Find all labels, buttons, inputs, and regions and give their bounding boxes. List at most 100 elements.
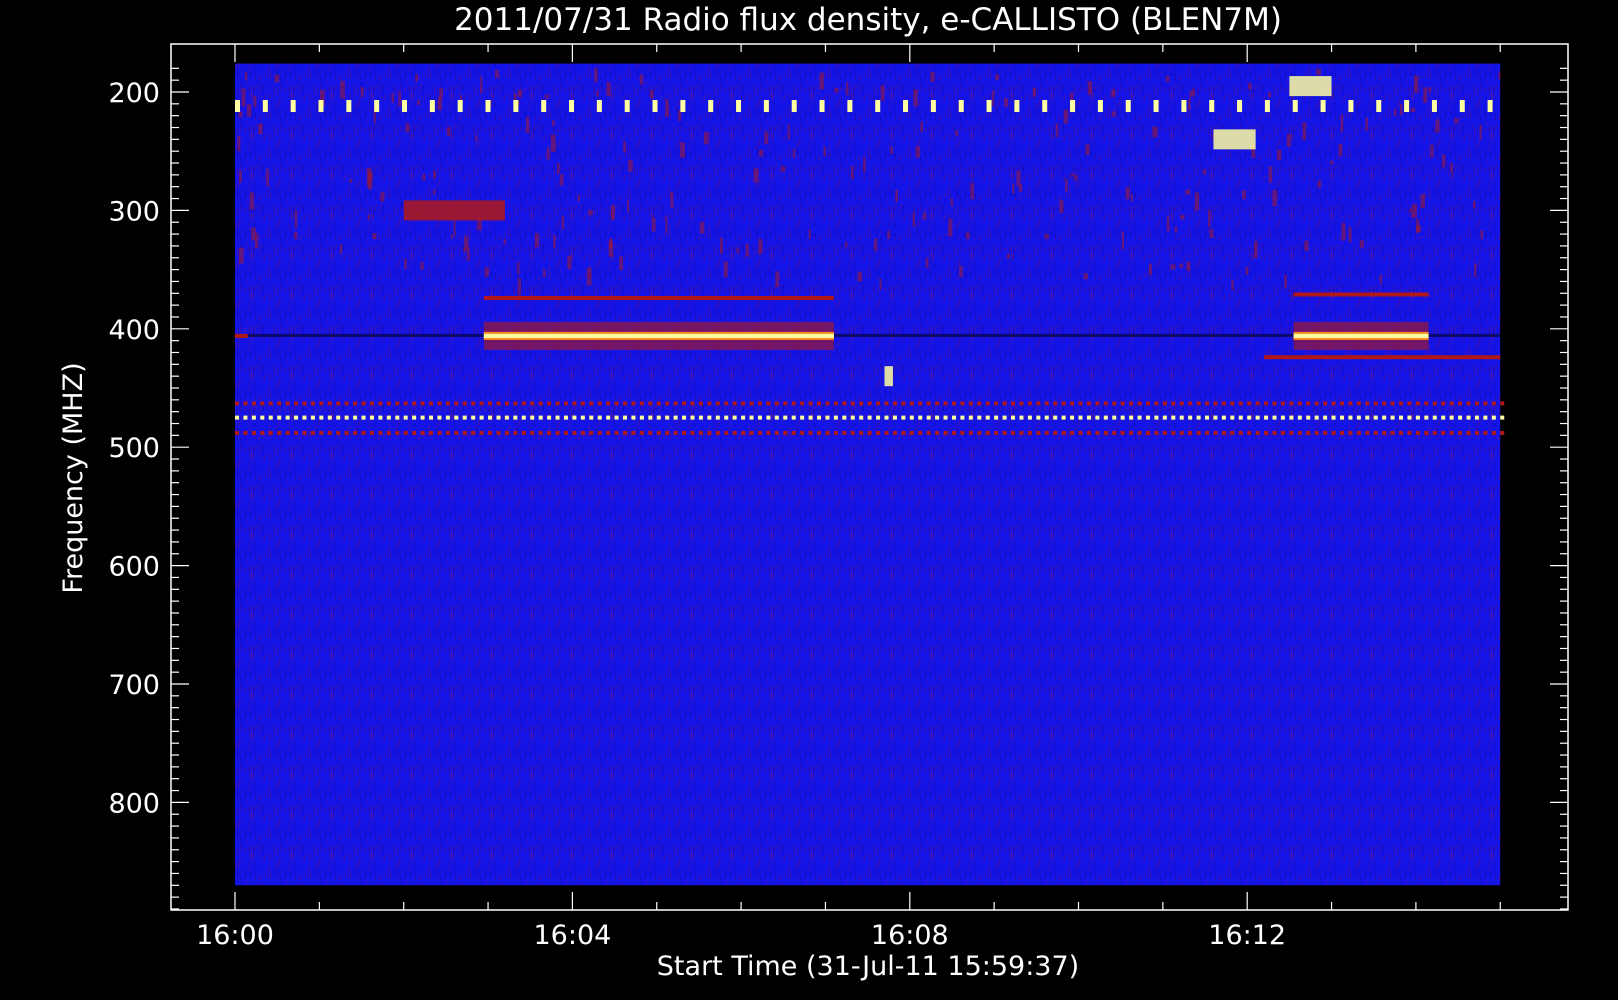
dotted-band-mark xyxy=(1272,401,1277,406)
noise-burst xyxy=(1450,162,1453,174)
dotted-band-mark xyxy=(1205,430,1210,435)
dotted-band-mark xyxy=(749,401,754,406)
dotted-band-mark xyxy=(1213,401,1218,406)
dotted-band-mark xyxy=(665,415,670,420)
noise-burst xyxy=(1276,149,1282,161)
dotted-band-mark xyxy=(369,430,374,435)
dotted-band-mark xyxy=(1002,430,1007,435)
dotted-band-mark xyxy=(353,430,358,435)
noise-burst xyxy=(1087,81,1093,95)
dotted-band-mark xyxy=(327,430,332,435)
noise-burst xyxy=(912,212,915,227)
noise-burst xyxy=(995,74,999,81)
noise-burst xyxy=(991,90,995,107)
periodic-burst xyxy=(875,100,881,113)
dotted-band-mark xyxy=(614,415,619,420)
periodic-burst xyxy=(1209,100,1215,113)
dotted-band-mark xyxy=(639,415,644,420)
dotted-band-mark xyxy=(1044,401,1049,406)
dotted-band-mark xyxy=(1230,430,1235,435)
dotted-band-mark xyxy=(386,415,391,420)
dotted-band-mark xyxy=(800,401,805,406)
dotted-band-mark xyxy=(985,430,990,435)
dotted-band-mark xyxy=(1474,401,1479,406)
dotted-band-mark xyxy=(1331,415,1336,420)
band-core xyxy=(483,333,834,338)
dotted-band-mark xyxy=(1137,415,1142,420)
dotted-band-mark xyxy=(808,401,813,406)
noise-burst xyxy=(480,76,483,95)
dotted-band-mark xyxy=(1103,430,1108,435)
noise-burst xyxy=(405,123,410,133)
dotted-band-mark xyxy=(656,430,661,435)
dotted-band-mark xyxy=(1053,401,1058,406)
dotted-band-mark xyxy=(1466,415,1471,420)
noise-burst xyxy=(1179,263,1184,268)
periodic-burst xyxy=(235,100,240,113)
noise-burst xyxy=(1330,160,1334,165)
noise-burst xyxy=(1268,166,1273,183)
noise-burst xyxy=(1125,187,1130,200)
dotted-band-mark xyxy=(724,401,729,406)
dotted-band-mark xyxy=(429,415,434,420)
dotted-band-mark xyxy=(1356,415,1361,420)
noise-burst xyxy=(588,209,593,216)
dotted-band-mark xyxy=(597,401,602,406)
noise-burst xyxy=(477,219,482,231)
dotted-band-mark xyxy=(1407,430,1412,435)
noise-burst xyxy=(651,217,656,232)
dotted-band-mark xyxy=(892,415,897,420)
dotted-band-mark xyxy=(715,401,720,406)
dotted-band-mark xyxy=(1373,401,1378,406)
periodic-burst xyxy=(958,100,964,113)
dotted-band-mark xyxy=(1221,430,1226,435)
dotted-band-mark xyxy=(1483,415,1488,420)
periodic-burst xyxy=(513,100,519,113)
periodic-burst xyxy=(1042,100,1048,113)
noise-burst xyxy=(567,255,572,269)
periodic-burst xyxy=(763,100,769,113)
dotted-band-mark xyxy=(1390,430,1395,435)
noise-burst xyxy=(1413,75,1419,94)
noise-burst xyxy=(249,192,255,210)
noise-burst xyxy=(1130,193,1134,202)
dotted-band-mark xyxy=(1230,415,1235,420)
periodic-burst xyxy=(318,100,324,113)
dotted-band-mark xyxy=(994,401,999,406)
dotted-band-mark xyxy=(1449,415,1454,420)
dotted-band-mark xyxy=(395,401,400,406)
dotted-band-mark xyxy=(977,415,982,420)
dotted-band-mark xyxy=(791,415,796,420)
dotted-band-mark xyxy=(547,430,552,435)
noise-burst xyxy=(628,159,633,172)
dotted-band-mark xyxy=(504,430,509,435)
dotted-band-mark xyxy=(707,415,712,420)
dotted-band-mark xyxy=(977,430,982,435)
dotted-band-mark xyxy=(488,415,493,420)
noise-burst xyxy=(736,247,739,254)
dotted-band-mark xyxy=(1247,430,1252,435)
noise-burst xyxy=(586,267,592,286)
dotted-band-mark xyxy=(690,415,695,420)
dotted-band-mark xyxy=(454,430,459,435)
dotted-band-mark xyxy=(420,430,425,435)
dotted-band-mark xyxy=(757,430,762,435)
dotted-band-mark xyxy=(243,401,248,406)
dotted-band-mark xyxy=(757,415,762,420)
dotted-band-mark xyxy=(985,401,990,406)
dotted-band-mark xyxy=(707,401,712,406)
dotted-band-mark xyxy=(648,415,653,420)
dotted-band-mark xyxy=(1432,415,1437,420)
dotted-band-mark xyxy=(682,430,687,435)
dotted-band-mark xyxy=(319,401,324,406)
noise-burst xyxy=(1191,88,1195,97)
dotted-band-mark xyxy=(833,430,838,435)
dotted-band-mark xyxy=(1027,430,1032,435)
noise-burst xyxy=(594,68,598,83)
dotted-band-mark xyxy=(580,415,585,420)
dotted-band-mark xyxy=(1441,430,1446,435)
dotted-band-mark xyxy=(867,430,872,435)
noise-burst xyxy=(1174,226,1178,233)
x-tick-label: 16:04 xyxy=(533,920,611,951)
dotted-band-mark xyxy=(800,415,805,420)
